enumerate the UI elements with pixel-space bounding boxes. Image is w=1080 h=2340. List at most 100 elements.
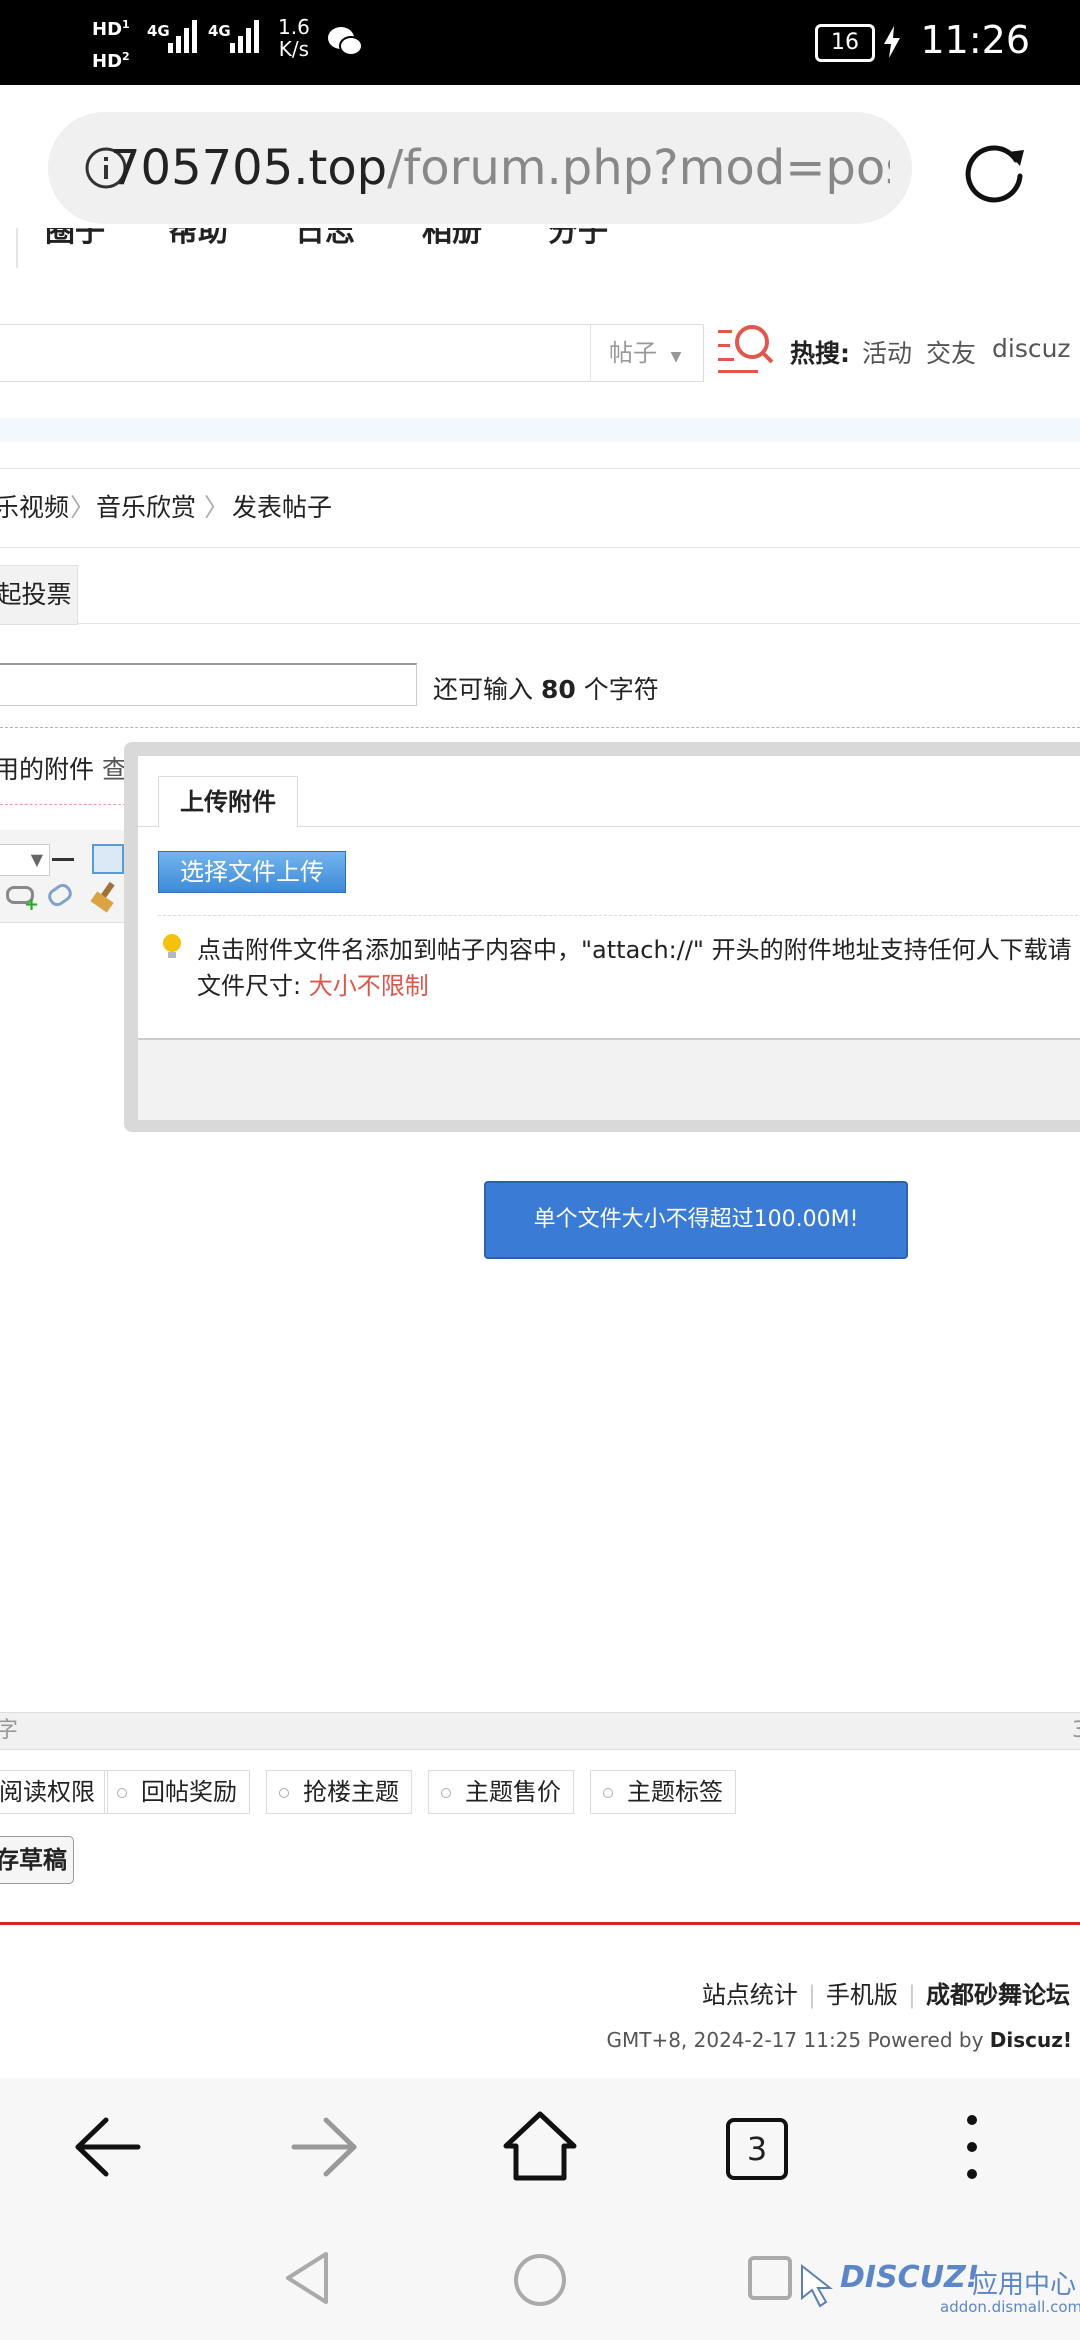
option-label: 回帖奖励 (141, 1778, 237, 1806)
system-home-icon[interactable] (512, 2252, 568, 2308)
unlink-icon[interactable] (45, 880, 75, 910)
option-label: 主题售价 (465, 1778, 561, 1806)
file-size-value: 大小不限制 (308, 972, 429, 1000)
option-reply-reward[interactable]: 回帖奖励 (104, 1770, 250, 1814)
reload-icon[interactable] (958, 134, 1030, 206)
search-icon[interactable] (716, 322, 776, 378)
option-label: 阅读权限 (0, 1778, 95, 1806)
breadcrumb-separator-icon: 〉 (70, 493, 96, 522)
home-icon[interactable] (500, 2108, 580, 2184)
option-floor-topic[interactable]: 抢楼主题 (266, 1770, 412, 1814)
file-size-label: 文件尺寸: (197, 972, 302, 1000)
charging-icon (884, 26, 900, 58)
option-label: 主题标签 (627, 1778, 723, 1806)
editor-status-left: 字 (0, 1718, 19, 1743)
forum-nav-item[interactable]: 圈子 (45, 228, 105, 250)
tab-upload-attachment[interactable]: 上传附件 (158, 776, 298, 828)
forum-nav: 圈子 帮助 日志 相册 分子 (0, 228, 1080, 268)
watermark-url: addon.dismall.com (940, 2298, 1080, 2316)
post-type-tabs (0, 565, 1080, 624)
chevron-down-icon: ▼ (670, 349, 682, 365)
copyright-brand[interactable]: Discuz! (990, 2028, 1072, 2052)
copyright: GMT+8, 2024-2-17 11:25 Powered by Discuz… (606, 2028, 1072, 2052)
select-file-upload-button[interactable]: 选择文件上传 (158, 851, 346, 893)
footer-link-mobile[interactable]: 手机版 (826, 1981, 898, 2009)
option-read-permission[interactable]: 阅读权限 (0, 1770, 108, 1814)
breadcrumb-current: 发表帖子 (232, 493, 333, 522)
breadcrumb: 乐视频 〉 音乐欣赏 〉 发表帖子 (0, 468, 1080, 548)
system-back-icon[interactable] (282, 2250, 332, 2306)
option-topic-tags[interactable]: 主题标签 (590, 1770, 736, 1814)
title-char-counter: 还可输入 80 个字符 (433, 670, 659, 706)
tabs-button[interactable]: 3 (726, 2118, 788, 2180)
upload-tip: 点击附件文件名添加到帖子内容中，"attach://" 开头的附件地址支持任何人… (197, 932, 1072, 1004)
search-type-label: 帖子 (609, 339, 657, 367)
signal-icon-1 (168, 19, 200, 53)
option-label: 抢楼主题 (303, 1778, 399, 1806)
url-host: 705705.top (110, 140, 388, 196)
dialog-footer (138, 1038, 1080, 1120)
save-draft-button[interactable]: 存草稿 (0, 1836, 74, 1884)
search-type-select[interactable]: 帖子 ▼ (590, 325, 703, 381)
counter-prefix: 还可输入 (433, 675, 534, 704)
radio-dot-icon (279, 1788, 289, 1798)
footer-link-site[interactable]: 成都砂舞论坛 (926, 1981, 1070, 2009)
url-path: /forum.php?mod=post (387, 140, 890, 196)
system-recents-icon[interactable] (746, 2254, 796, 2304)
hot-search-term[interactable]: 活动 (862, 334, 912, 370)
tab-vote[interactable]: 起投票 (0, 565, 78, 625)
counter-value: 80 (540, 675, 576, 704)
breadcrumb-separator-icon: 〉 (204, 493, 230, 522)
status-bar: HD1 HD2 4G 4G 1.6 K/s 16 11:26 (0, 0, 1080, 85)
forum-nav-item[interactable]: 日志 (295, 228, 355, 250)
hd-icon-1: HD1 (92, 18, 130, 40)
radio-dot-icon (603, 1788, 613, 1798)
forum-nav-item[interactable]: 帮助 (168, 228, 228, 250)
forum-nav-item[interactable]: 相册 (422, 228, 482, 250)
footer-links: 站点统计 | 手机版 | 成都砂舞论坛 (701, 1981, 1070, 2009)
clear-format-icon[interactable] (90, 881, 120, 913)
speed-value: 1.6 (278, 15, 310, 39)
upload-limit-toast: 单个文件大小不得超过100.00M! (484, 1181, 908, 1259)
network-type-1: 4G (147, 22, 170, 40)
divider (0, 804, 126, 805)
breadcrumb-item[interactable]: 乐视频 (0, 469, 69, 547)
hot-search-label: 热搜: (790, 339, 850, 368)
back-icon[interactable] (70, 2112, 146, 2182)
url-text[interactable]: 705705.top/forum.php?mod=post (110, 140, 890, 196)
speed-unit: K/s (278, 37, 310, 61)
counter-suffix: 个字符 (583, 675, 659, 704)
footer-link-stats[interactable]: 站点统计 (702, 1981, 798, 2009)
horizontal-rule-icon[interactable] (52, 858, 74, 861)
nav-strip (0, 418, 1080, 442)
watermark-brand: DISCUZ! (840, 2260, 980, 2295)
link-icon[interactable]: + (6, 886, 39, 915)
battery-level: 16 (831, 30, 859, 55)
editor-status-bar: 字 3 (0, 1712, 1080, 1750)
footer-divider (0, 1922, 1080, 1925)
copyright-text: GMT+8, 2024-2-17 11:25 Powered by (606, 2028, 984, 2052)
clock: 11:26 (920, 18, 1030, 62)
title-input[interactable] (0, 663, 417, 706)
divider (0, 727, 1080, 728)
font-size-select[interactable]: ▼ (0, 844, 50, 876)
battery-icon: 16 (815, 24, 875, 62)
editor-status-right: 3 (1072, 1718, 1080, 1743)
hot-search-term[interactable]: discuz (992, 334, 1071, 363)
forum-nav-item[interactable]: 分子 (548, 228, 608, 250)
hd-icon-2: HD2 (92, 50, 130, 72)
hot-search-term[interactable]: 交友 (926, 334, 976, 370)
editor-toolbar: ▼ + (0, 830, 126, 923)
cursor-icon (801, 2264, 833, 2308)
table-icon[interactable] (92, 844, 124, 874)
watermark-cn: 应用中心 (972, 2270, 1077, 2300)
wechat-icon (328, 27, 363, 56)
forward-icon[interactable] (286, 2112, 362, 2182)
more-menu-icon[interactable] (960, 2112, 984, 2182)
radio-dot-icon (441, 1788, 451, 1798)
attachment-label: 用的附件 (0, 755, 95, 784)
network-type-2: 4G (208, 22, 231, 40)
breadcrumb-item[interactable]: 音乐欣赏 (96, 469, 196, 547)
divider (158, 915, 1080, 916)
option-topic-price[interactable]: 主题售价 (428, 1770, 574, 1814)
